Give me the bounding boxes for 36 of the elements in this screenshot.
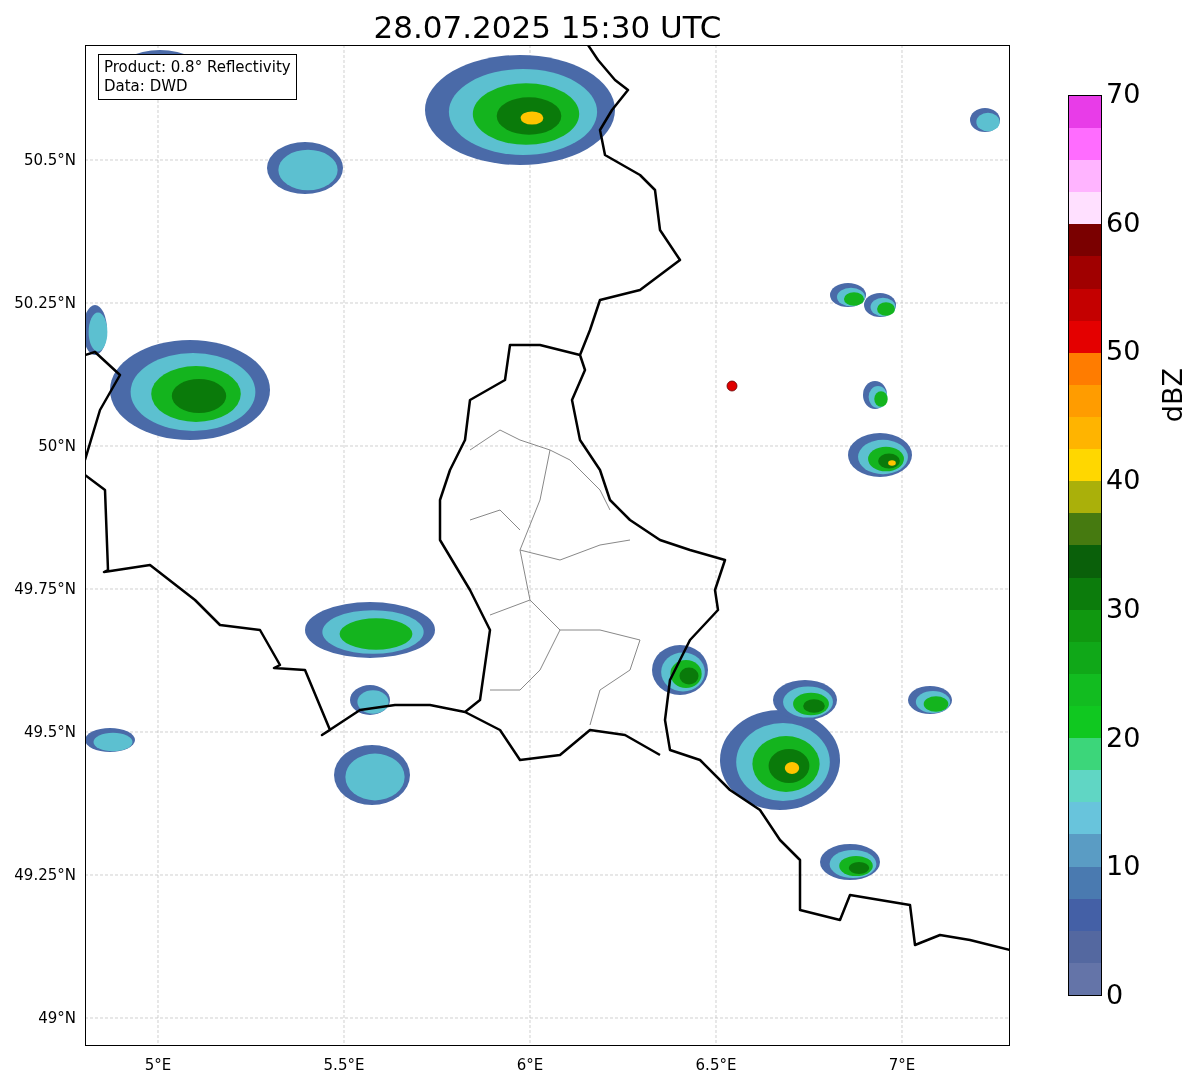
axis-tick-label: 50.5°N [23,151,76,169]
colorbar-tick-label: 30 [1106,593,1141,624]
location-marker [726,380,738,392]
radar-echo [864,293,896,317]
axis-tick-label: 6.5°E [695,1056,737,1074]
axis-tick-label: 5°E [144,1056,172,1074]
legend-text: Product: 0.8° Reflectivity [104,58,291,77]
colorbar-tick-label: 40 [1106,465,1141,496]
axis-tick-label: 7°E [888,1056,916,1074]
colorbar-tick-label: 50 [1106,336,1141,367]
chart-title: 28.07.2025 15:30 UTC [373,9,722,45]
colorbar-tick-label: 60 [1106,207,1141,238]
colorbar-tick-label: 20 [1106,722,1141,753]
legend-text: Data: DWD [104,77,189,96]
axis-tick-label: 5.5°E [323,1056,365,1074]
axis-tick-label: 6°E [516,1056,544,1074]
radar-echo [830,283,866,307]
axis-tick-label: 50°N [38,437,76,455]
colorbar-tick-label: 10 [1106,851,1141,882]
radar-echo [863,381,888,409]
axis-tick-label: 49.25°N [14,866,76,884]
radar-echo [820,844,880,880]
radar-echo [652,645,708,695]
axis-tick-label: 50.25°N [14,294,76,312]
axis-tick-label: 49°N [38,1009,76,1027]
radar-echo [350,685,390,715]
axis-tick-label: 49.5°N [23,723,76,741]
axis-tick-label: 49.75°N [14,580,76,598]
radar-echo [86,728,135,752]
radar-echo [970,108,1000,132]
radar-echo [908,686,952,714]
colorbar-label: dBZ [1158,368,1188,423]
colorbar-tick-label: 70 [1106,79,1141,109]
radar-echo [86,305,108,355]
radar-echo [848,433,912,477]
colorbar-tick-label: 0 [1106,980,1124,1010]
